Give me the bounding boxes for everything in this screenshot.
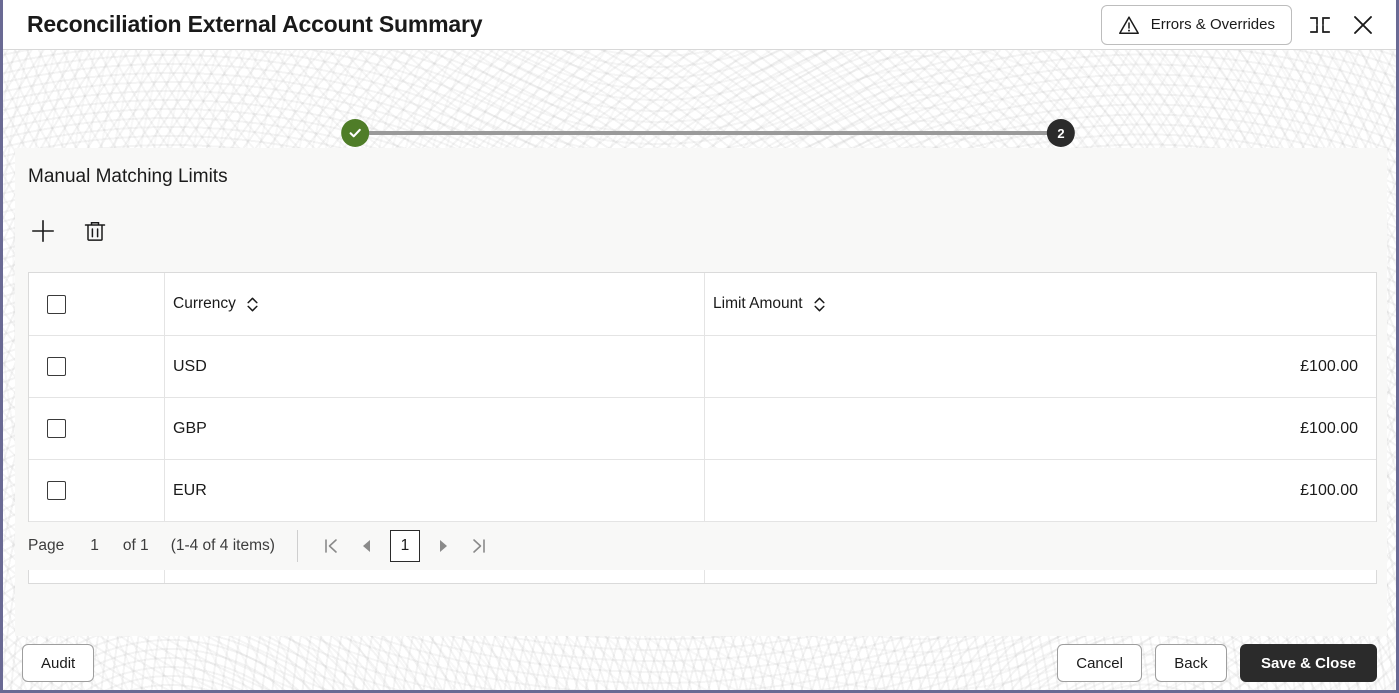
row-cell-limit-amount: £100.00 bbox=[1300, 481, 1358, 499]
delete-row-button[interactable] bbox=[80, 216, 110, 246]
errors-overrides-label: Errors & Overrides bbox=[1150, 16, 1275, 33]
progress-stepper: Account Mapping 2 Manual Matching Limits bbox=[3, 51, 1396, 174]
close-button[interactable] bbox=[1348, 10, 1378, 40]
header-cell-limit-amount: Limit Amount bbox=[705, 273, 1376, 335]
save-and-close-button[interactable]: Save & Close bbox=[1239, 644, 1377, 682]
select-all-checkbox[interactable] bbox=[47, 294, 66, 314]
pagination-next-button[interactable] bbox=[428, 531, 458, 561]
row-cell-currency: USD bbox=[165, 336, 705, 397]
step-status-current-marker[interactable]: 2 bbox=[1047, 119, 1075, 147]
content-panel: Manual Matching Limits Currency Limit Am… bbox=[15, 148, 1387, 636]
pagination-page-label: Page bbox=[28, 537, 65, 554]
row-cell-currency: EUR bbox=[165, 460, 705, 521]
footer-actions: Cancel Back Save & Close bbox=[1057, 644, 1377, 682]
table-pagination: Page 1 of 1 (1-4 of 4 items) 1 bbox=[28, 522, 1377, 570]
close-icon bbox=[1350, 12, 1376, 38]
table-toolbar bbox=[28, 216, 110, 246]
row-cell-select bbox=[29, 336, 165, 397]
pagination-last-button[interactable] bbox=[464, 531, 494, 561]
plus-icon bbox=[29, 217, 57, 245]
pagination-current-page[interactable]: 1 bbox=[389, 530, 420, 562]
row-cell-currency: GBP bbox=[165, 398, 705, 459]
back-button[interactable]: Back bbox=[1154, 644, 1227, 682]
sort-updown-icon bbox=[246, 296, 259, 313]
first-page-icon bbox=[321, 536, 341, 556]
sort-updown-icon bbox=[813, 296, 826, 313]
check-icon bbox=[349, 128, 361, 138]
header-cell-select-all bbox=[29, 273, 165, 335]
minimize-button[interactable] bbox=[1305, 10, 1335, 40]
row-cell-select bbox=[29, 460, 165, 521]
table-row[interactable]: GBP £100.00 bbox=[29, 398, 1376, 460]
column-sort-currency[interactable]: Currency bbox=[173, 295, 259, 313]
pagination-divider bbox=[296, 530, 298, 562]
page-title: Reconciliation External Account Summary bbox=[27, 11, 483, 37]
header-cell-currency: Currency bbox=[165, 273, 705, 335]
pagination-first-button[interactable] bbox=[316, 531, 346, 561]
title-bar-actions: Errors & Overrides bbox=[1100, 4, 1378, 45]
previous-page-icon bbox=[358, 537, 376, 555]
row-checkbox[interactable] bbox=[47, 419, 66, 438]
table-row[interactable]: EUR £100.00 bbox=[29, 460, 1376, 522]
trash-icon bbox=[82, 218, 108, 244]
table-header-row: Currency Limit Amount bbox=[29, 273, 1376, 336]
stepper-connector-line bbox=[369, 131, 1047, 135]
errors-overrides-button[interactable]: Errors & Overrides bbox=[1100, 4, 1292, 45]
table-row[interactable]: USD £100.00 bbox=[29, 336, 1376, 398]
step-status-complete-icon[interactable] bbox=[340, 119, 369, 147]
pagination-previous-button[interactable] bbox=[352, 531, 382, 561]
next-page-icon bbox=[434, 537, 452, 555]
pagination-of-label: of 1 bbox=[122, 537, 149, 554]
add-row-button[interactable] bbox=[28, 216, 58, 246]
last-page-icon bbox=[469, 536, 489, 556]
row-checkbox[interactable] bbox=[47, 357, 66, 376]
column-header-label: Limit Amount bbox=[713, 295, 803, 312]
pagination-page-number: 1 bbox=[90, 537, 99, 554]
warning-triangle-icon bbox=[1118, 15, 1140, 35]
column-sort-limit-amount[interactable]: Limit Amount bbox=[713, 295, 826, 313]
row-cell-select bbox=[29, 398, 165, 459]
pagination-items-summary: (1-4 of 4 items) bbox=[170, 537, 275, 554]
row-checkbox[interactable] bbox=[47, 481, 66, 500]
section-title: Manual Matching Limits bbox=[28, 166, 228, 187]
title-bar: Reconciliation External Account Summary … bbox=[3, 0, 1396, 50]
application-window: Reconciliation External Account Summary … bbox=[0, 0, 1399, 693]
cancel-button[interactable]: Cancel bbox=[1057, 644, 1142, 682]
dialog-footer: Audit Cancel Back Save & Close bbox=[3, 636, 1396, 690]
row-cell-limit-amount: £100.00 bbox=[1300, 357, 1358, 375]
row-cell-limit-amount: £100.00 bbox=[1300, 419, 1358, 437]
column-header-label: Currency bbox=[173, 295, 236, 312]
audit-button[interactable]: Audit bbox=[22, 644, 95, 682]
step-number: 2 bbox=[1057, 125, 1065, 141]
collapse-icon bbox=[1307, 12, 1333, 38]
